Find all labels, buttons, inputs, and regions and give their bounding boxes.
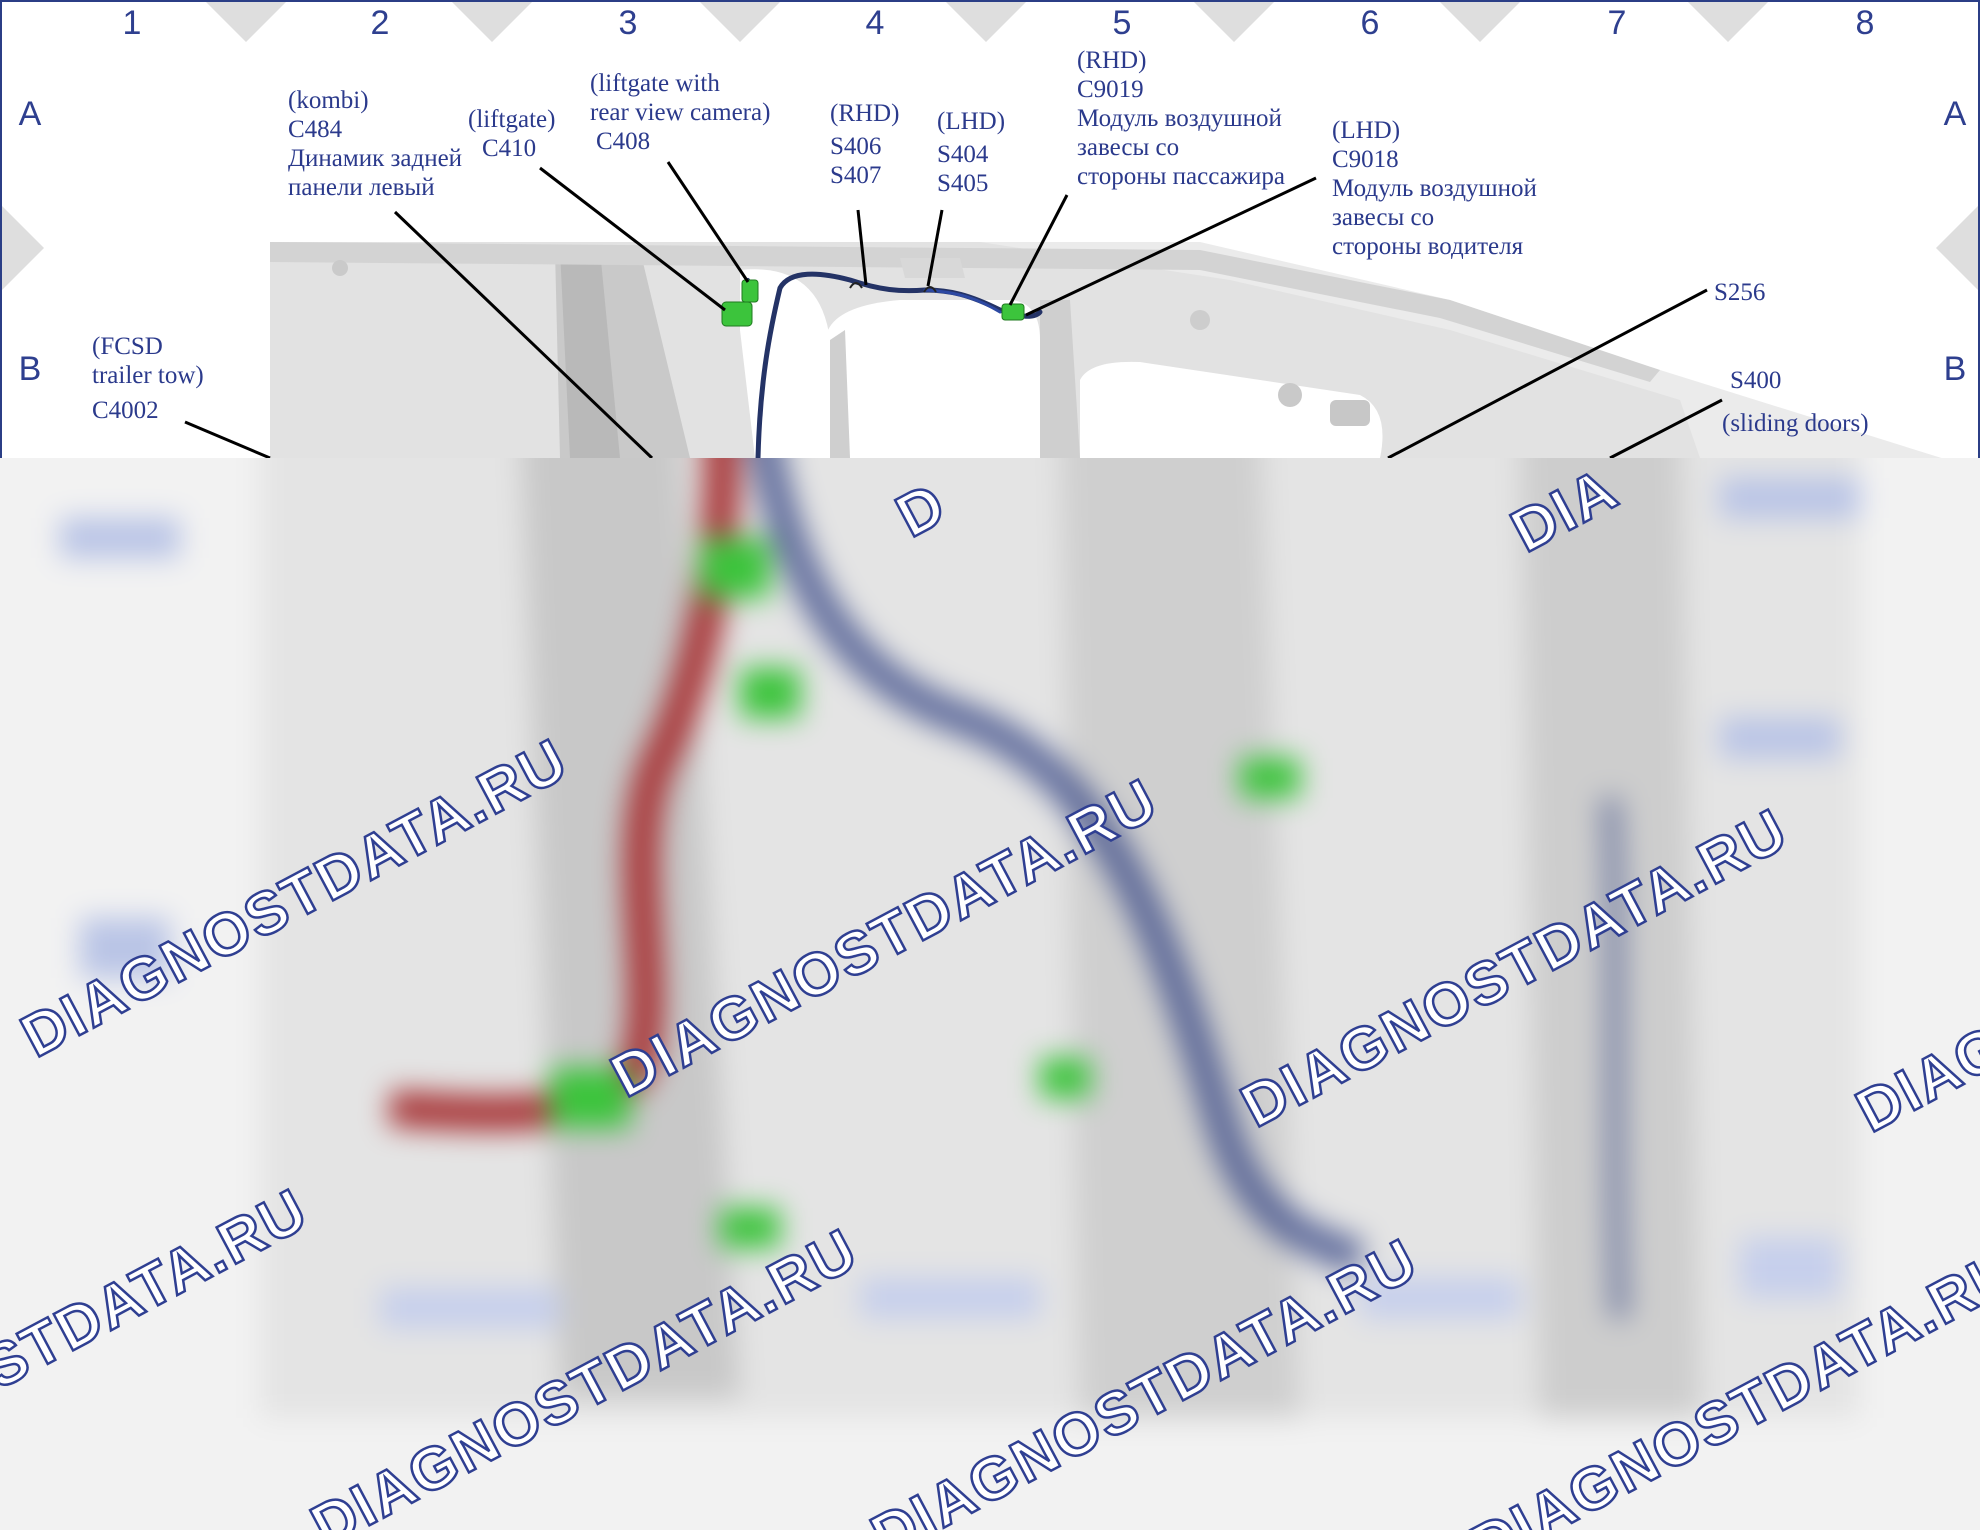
blurred-artwork	[0, 458, 1980, 1530]
callout-s404-line-1: (LHD)	[937, 108, 1006, 135]
callout-s404-line-2: S404	[937, 141, 989, 168]
callout-c4002-line-2: trailer tow)	[92, 362, 204, 389]
callout-c9018-line-2: C9018	[1332, 146, 1399, 173]
callout-c9019-line-2: C9019	[1077, 76, 1144, 103]
callout-s400-line-1: S400	[1730, 367, 1782, 394]
callout-c410-line-2: C410	[482, 135, 537, 162]
callout-s400: S400 (sliding doors)	[1722, 366, 1869, 438]
callout-c484-line-1: (kombi)	[288, 87, 369, 114]
callout-c9019-line-3: Модуль воздушной	[1077, 105, 1282, 132]
callout-c9019-line-5: стороны пассажира	[1077, 163, 1285, 190]
callout-s406-line-1: (RHD)	[830, 100, 900, 127]
blurred-region	[0, 458, 1980, 1530]
callout-s400-line-3: (sliding doors)	[1722, 410, 1869, 437]
callout-c4002: (FCSD trailer tow) C4002	[92, 332, 204, 425]
callout-c9019-line-4: завесы со	[1077, 134, 1180, 161]
callout-c4002-line-3: C4002	[92, 397, 159, 424]
callout-s404: (LHD) S404 S405	[937, 107, 1005, 198]
callout-c484-line-3: Динамик задней	[288, 145, 463, 172]
callout-c408-line-1: (liftgate with	[590, 70, 720, 97]
callout-c9018-line-1: (LHD)	[1332, 117, 1401, 144]
callout-s256-line-1: S256	[1714, 279, 1766, 306]
callout-c484-line-2: C484	[288, 116, 343, 143]
callout-c408-line-3: C408	[596, 128, 651, 155]
callout-s406-line-3: S407	[830, 162, 882, 189]
wiring-diagram-page: 1 2 3 4 5 6 7 8 A B A B (FCSD trailer to…	[0, 0, 1980, 1530]
callout-c484-line-4: панели левый	[288, 174, 435, 201]
callout-c9018-line-5: стороны водителя	[1332, 233, 1524, 260]
callout-c9019: (RHD) C9019 Модуль воздушной завесы со с…	[1077, 46, 1285, 191]
callout-c9018: (LHD) C9018 Модуль воздушной завесы со с…	[1332, 116, 1537, 261]
callout-s406: (RHD) S406 S407	[830, 99, 899, 190]
callout-c408: (liftgate with rear view camera) C408	[590, 69, 770, 156]
callout-c484: (kombi) C484 Динамик задней панели левый	[288, 86, 462, 202]
callout-c410: (liftgate) C410	[468, 105, 555, 163]
callout-c4002-line-1: (FCSD	[92, 333, 163, 360]
callout-c9018-line-3: Модуль воздушной	[1332, 175, 1537, 202]
callout-s400-line-2	[1730, 395, 1869, 409]
callout-c410-line-1: (liftgate)	[468, 106, 556, 133]
callout-c9019-line-1: (RHD)	[1077, 47, 1147, 74]
callout-c9018-line-4: завесы со	[1332, 204, 1435, 231]
callout-c408-line-2: rear view camera)	[590, 99, 771, 126]
blurred-diagram-svg	[0, 458, 1980, 1530]
callout-s404-line-3: S405	[937, 170, 989, 197]
callout-s406-line-2: S406	[830, 133, 882, 160]
callout-s256: S256	[1714, 278, 1765, 307]
